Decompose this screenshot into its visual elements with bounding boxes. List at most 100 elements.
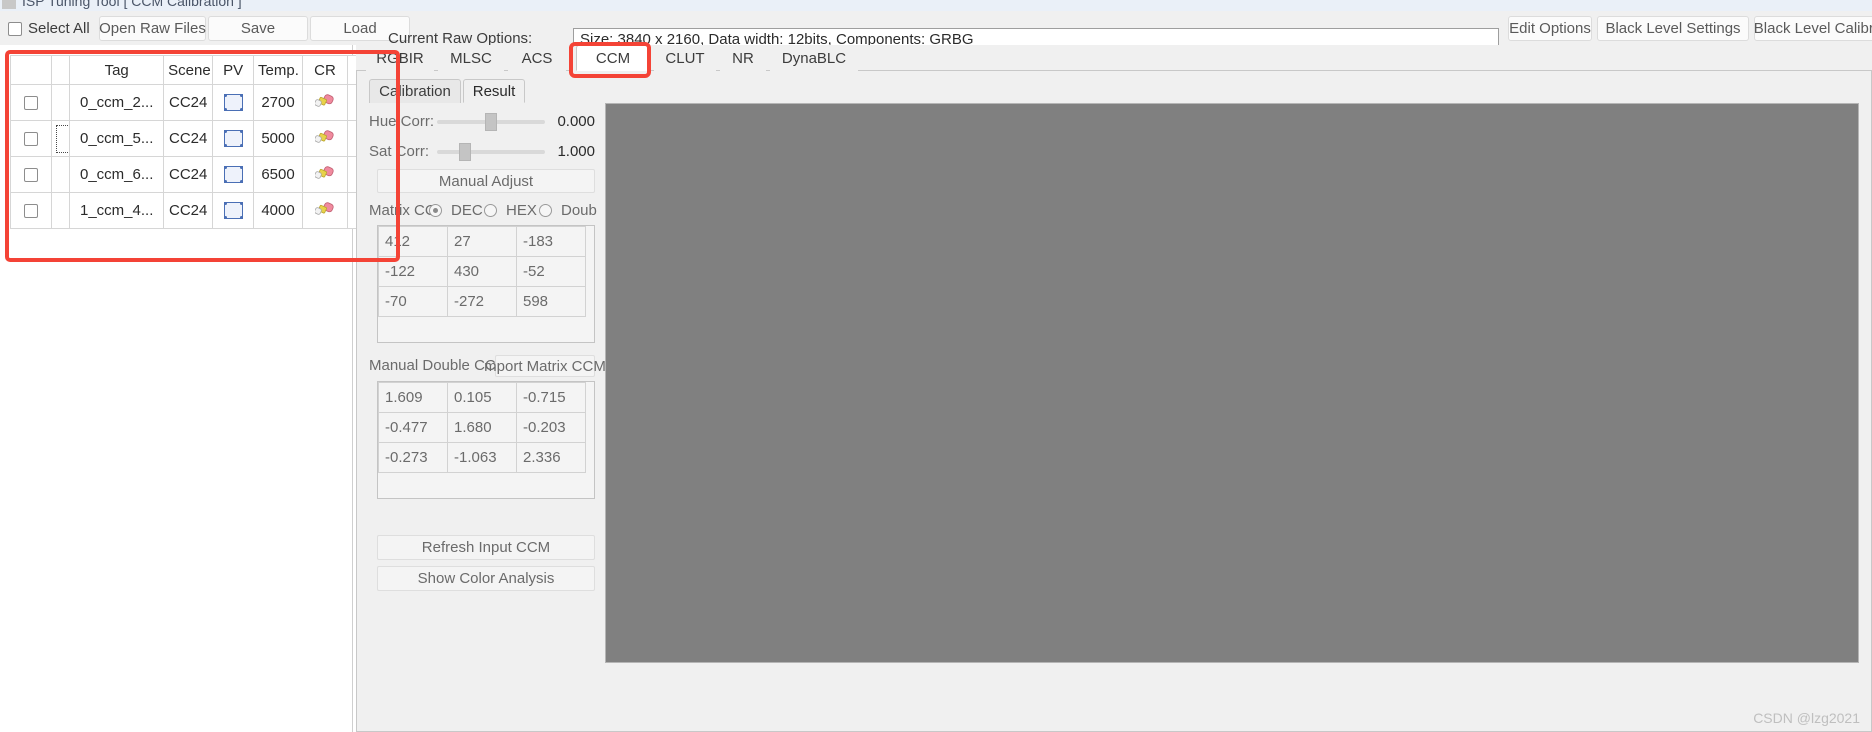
row-selector-cell[interactable] bbox=[50, 192, 71, 229]
cell-scene[interactable]: CC24 bbox=[163, 192, 214, 229]
cell-temp[interactable]: 2700 bbox=[253, 84, 304, 121]
tab-rgbir[interactable]: RGBIR bbox=[366, 45, 434, 71]
cell-r0c0[interactable]: 412 bbox=[378, 226, 448, 257]
cell-r1c1[interactable]: 430 bbox=[447, 256, 517, 287]
tab-acs[interactable]: ACS bbox=[508, 45, 566, 71]
cell-r2c2[interactable]: 598 bbox=[516, 286, 586, 317]
preview-icon[interactable] bbox=[223, 94, 243, 112]
sub-tab-calibration[interactable]: Calibration bbox=[369, 79, 461, 103]
tab-ccm[interactable]: CCM bbox=[576, 45, 650, 71]
cell-tag[interactable]: 0_ccm_6... bbox=[69, 156, 165, 193]
refresh-input-ccm-button[interactable]: Refresh Input CCM bbox=[377, 535, 595, 560]
row-checkbox-cell[interactable] bbox=[10, 156, 52, 193]
module-tab-bar: RGBIR MLSC ACS AWB CCM CLUT NR DynaBLC bbox=[356, 45, 1872, 71]
cell-cr[interactable] bbox=[302, 192, 348, 229]
cell-pv[interactable] bbox=[212, 156, 255, 193]
hue-corr-slider[interactable] bbox=[437, 113, 545, 131]
row-selector-cell[interactable] bbox=[50, 84, 71, 121]
cell-r2c0[interactable]: -70 bbox=[378, 286, 448, 317]
black-level-calibration-button[interactable]: Black Level Calibra bbox=[1754, 16, 1872, 41]
image-preview-area[interactable] bbox=[605, 103, 1859, 663]
cell-scene[interactable]: CC24 bbox=[163, 120, 214, 157]
cell-cr[interactable] bbox=[302, 84, 348, 121]
cell-r1c1[interactable]: 1.680 bbox=[447, 412, 517, 443]
radio-dec[interactable] bbox=[429, 204, 442, 217]
cell-r1c0[interactable]: -0.477 bbox=[378, 412, 448, 443]
import-matrix-ccm-button[interactable]: mport Matrix CCM bbox=[484, 355, 606, 377]
cell-tag[interactable]: 1_ccm_4... bbox=[69, 192, 165, 229]
cell-cr[interactable] bbox=[302, 120, 348, 157]
sat-corr-label: Sat Corr: bbox=[369, 143, 430, 160]
cell-pv[interactable] bbox=[212, 84, 255, 121]
black-level-settings-button[interactable]: Black Level Settings bbox=[1597, 16, 1749, 41]
cell-r1c2[interactable]: -52 bbox=[516, 256, 586, 287]
tab-clut[interactable]: CLUT bbox=[654, 45, 716, 71]
cell-scene[interactable]: CC24 bbox=[163, 156, 214, 193]
cell-cr[interactable] bbox=[302, 156, 348, 193]
th-pv[interactable]: PV bbox=[212, 55, 255, 85]
cell-r2c2[interactable]: 2.336 bbox=[516, 442, 586, 473]
cell-scene[interactable]: CC24 bbox=[163, 84, 214, 121]
row-selector-cell[interactable] bbox=[50, 120, 71, 157]
preview-icon[interactable] bbox=[223, 130, 243, 148]
radio-double[interactable] bbox=[539, 204, 552, 217]
cell-r2c1[interactable]: -1.063 bbox=[447, 442, 517, 473]
edit-options-button[interactable]: Edit Options bbox=[1508, 16, 1592, 41]
cell-r2c0[interactable]: -0.273 bbox=[378, 442, 448, 473]
tab-nr[interactable]: NR bbox=[720, 45, 766, 71]
cell-r1c0[interactable]: -122 bbox=[378, 256, 448, 287]
th-temp[interactable]: Temp. bbox=[253, 55, 304, 85]
hue-corr-slider-knob[interactable] bbox=[485, 113, 497, 131]
tab-dynablc[interactable]: DynaBLC bbox=[770, 45, 858, 71]
matrix-row: -0.273 -1.063 2.336 bbox=[378, 442, 586, 473]
open-raw-files-button[interactable]: Open Raw Files bbox=[99, 16, 206, 41]
pen-icon[interactable] bbox=[314, 129, 335, 149]
cell-temp[interactable]: 5000 bbox=[253, 120, 304, 157]
cell-pv[interactable] bbox=[212, 192, 255, 229]
th-tag[interactable]: Tag bbox=[69, 55, 165, 85]
row-checkbox[interactable] bbox=[23, 96, 38, 111]
cell-tag[interactable]: 0_ccm_5... bbox=[69, 120, 165, 157]
cell-r0c1[interactable]: 27 bbox=[447, 226, 517, 257]
cell-r2c1[interactable]: -272 bbox=[447, 286, 517, 317]
row-checkbox[interactable] bbox=[23, 132, 38, 147]
pen-icon[interactable] bbox=[314, 165, 335, 185]
select-all-checkbox[interactable] bbox=[8, 21, 22, 36]
show-color-analysis-button[interactable]: Show Color Analysis bbox=[377, 566, 595, 591]
row-checkbox[interactable] bbox=[23, 204, 38, 219]
cell-tag[interactable]: 0_ccm_2... bbox=[69, 84, 165, 121]
pen-icon[interactable] bbox=[314, 201, 335, 221]
cell-pv[interactable] bbox=[212, 120, 255, 157]
manual-adjust-button[interactable]: Manual Adjust bbox=[377, 169, 595, 193]
row-selector-cell[interactable] bbox=[50, 156, 71, 193]
tab-mlsc[interactable]: MLSC bbox=[438, 45, 504, 71]
cell-temp[interactable]: 4000 bbox=[253, 192, 304, 229]
cell-r0c1[interactable]: 0.105 bbox=[447, 382, 517, 413]
th-cr[interactable]: CR bbox=[302, 55, 348, 85]
radio-hex-label[interactable]: HEX bbox=[506, 202, 537, 219]
row-checkbox-cell[interactable] bbox=[10, 120, 52, 157]
sat-corr-slider-knob[interactable] bbox=[459, 143, 471, 161]
radio-double-label[interactable]: Doub bbox=[561, 202, 597, 219]
radio-hex[interactable] bbox=[484, 204, 497, 217]
row-checkbox-cell[interactable] bbox=[10, 84, 52, 121]
radio-dec-label[interactable]: DEC bbox=[451, 202, 483, 219]
preview-icon[interactable] bbox=[223, 202, 243, 220]
row-checkbox-cell[interactable] bbox=[10, 192, 52, 229]
raw-file-table-panel: Tag Scene PV Temp. CR Del 0_ccm_2... CC2… bbox=[5, 50, 400, 262]
cell-r1c2[interactable]: -0.203 bbox=[516, 412, 586, 443]
preview-icon[interactable] bbox=[223, 166, 243, 184]
sub-tab-result[interactable]: Result bbox=[463, 79, 525, 103]
cell-r0c2[interactable]: -0.715 bbox=[516, 382, 586, 413]
cell-r0c2[interactable]: -183 bbox=[516, 226, 586, 257]
row-checkbox[interactable] bbox=[23, 168, 38, 183]
save-button[interactable]: Save bbox=[208, 16, 308, 41]
pen-icon[interactable] bbox=[314, 93, 335, 113]
th-scene[interactable]: Scene bbox=[163, 55, 214, 85]
cell-r0c0[interactable]: 1.609 bbox=[378, 382, 448, 413]
select-all-control[interactable]: Select All bbox=[8, 20, 90, 37]
matrix-row: 412 27 -183 bbox=[378, 226, 586, 257]
cell-temp[interactable]: 6500 bbox=[253, 156, 304, 193]
application-window: ISP Tuning Tool [ CCM Calibration ] Sele… bbox=[0, 0, 1872, 732]
sat-corr-slider[interactable] bbox=[437, 143, 545, 161]
